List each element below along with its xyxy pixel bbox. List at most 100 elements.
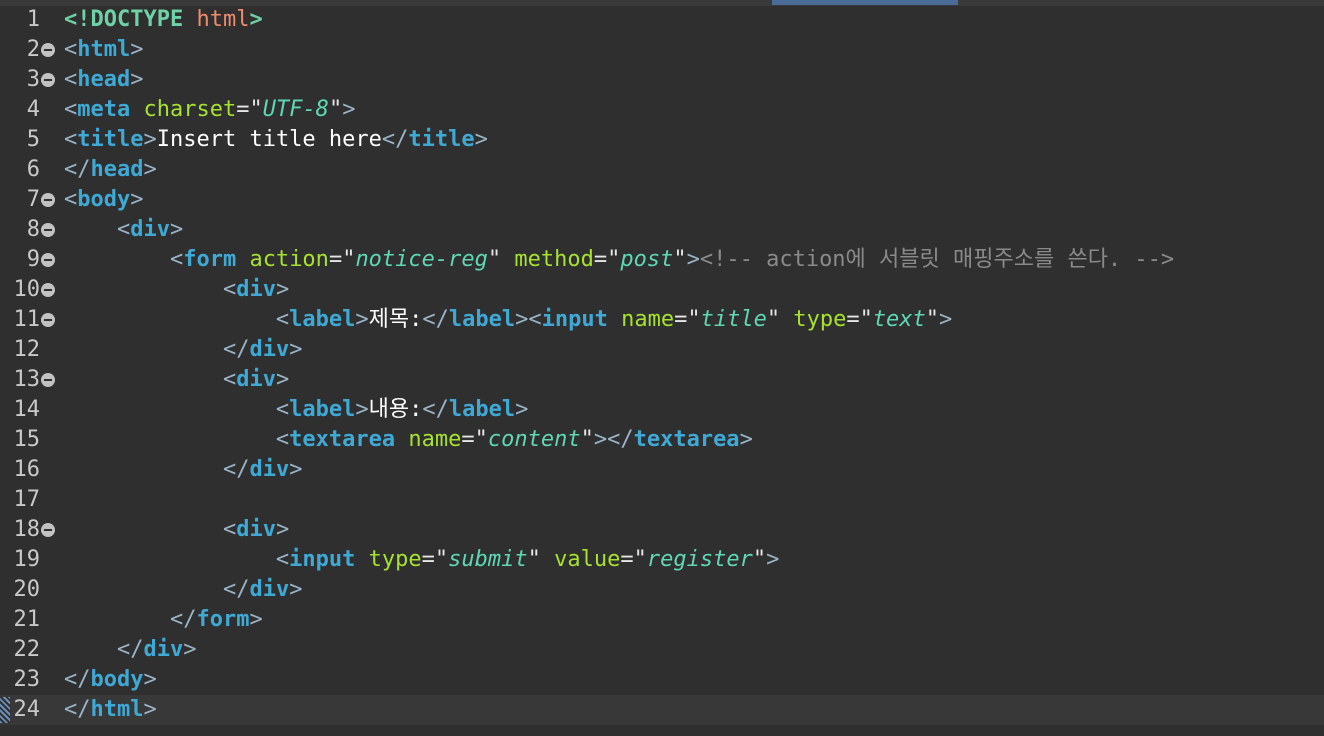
code-line[interactable]: 22 </div> — [0, 635, 1324, 665]
code-text[interactable]: </div> — [64, 455, 303, 485]
code-text[interactable]: <div> — [64, 365, 289, 395]
code-line[interactable]: 11 <label>제목:</label><input name="title"… — [0, 305, 1324, 335]
token-quote: " — [474, 427, 488, 452]
fold-collapse-icon[interactable] — [41, 313, 55, 327]
token-tag: body — [90, 667, 144, 692]
code-line[interactable]: 8 <div> — [0, 215, 1324, 245]
code-text[interactable]: <meta charset="UTF-8"> — [64, 95, 355, 125]
token-bracket: </ — [222, 457, 250, 482]
code-text[interactable]: <label>내용:</label> — [64, 395, 528, 425]
token-tag: div — [249, 457, 290, 482]
code-editor[interactable]: 1 <!DOCTYPE html> 2 <html> 3 <head> 4 <meta cha… — [0, 5, 1324, 736]
token-quote: " — [342, 247, 356, 272]
code-line[interactable]: 5 <title>Insert title here</title> — [0, 125, 1324, 155]
line-number: 21 — [13, 607, 41, 632]
code-line[interactable]: 4 <meta charset="UTF-8"> — [0, 95, 1324, 125]
line-number: 12 — [13, 337, 41, 362]
fold-collapse-icon[interactable] — [41, 283, 55, 297]
token-bracket: > — [686, 247, 700, 272]
code-line[interactable]: 7 <body> — [0, 185, 1324, 215]
line-number: 3 — [26, 67, 40, 92]
line-number: 20 — [13, 577, 41, 602]
code-line[interactable]: 14 <label>내용:</label> — [0, 395, 1324, 425]
code-line[interactable]: 6 </head> — [0, 155, 1324, 185]
code-line[interactable]: 21 </form> — [0, 605, 1324, 635]
code-line[interactable]: 17 — [0, 485, 1324, 515]
code-text[interactable]: <head> — [64, 65, 143, 95]
code-text[interactable]: </div> — [64, 635, 197, 665]
code-text[interactable]: <body> — [64, 185, 143, 215]
token-bracket: < — [275, 427, 290, 452]
line-number: 17 — [13, 487, 41, 512]
code-text[interactable]: <div> — [64, 215, 183, 245]
fold-collapse-icon[interactable] — [41, 193, 55, 207]
fold-collapse-icon[interactable] — [41, 523, 55, 537]
code-text[interactable]: <input type="submit" value="register"> — [64, 545, 779, 575]
code-text[interactable]: <label>제목:</label><input name="title" ty… — [64, 305, 952, 335]
fold-collapse-icon[interactable] — [41, 223, 55, 237]
token-eq: = — [674, 307, 688, 332]
token-bracket: > — [130, 187, 144, 212]
token-bracket: > — [143, 157, 157, 182]
token-bracket: > — [143, 127, 157, 152]
token-comment: <!-- action에 서블릿 매핑주소를 쓴다. --> — [699, 247, 1175, 272]
code-line[interactable]: 1 <!DOCTYPE html> — [0, 5, 1324, 35]
token-eq: = — [620, 547, 634, 572]
code-text[interactable]: <html> — [64, 35, 143, 65]
code-line[interactable]: 18 <div> — [0, 515, 1324, 545]
code-line[interactable]: 23 </body> — [0, 665, 1324, 695]
code-line[interactable]: 3 <head> — [0, 65, 1324, 95]
code-line[interactable]: 13 <div> — [0, 365, 1324, 395]
token-tag: label — [289, 397, 356, 422]
code-line[interactable]: 9 <form action="notice-reg" method="post… — [0, 245, 1324, 275]
code-line[interactable]: 16 </div> — [0, 455, 1324, 485]
token-attr: type — [368, 547, 422, 572]
code-text[interactable]: </body> — [64, 665, 157, 695]
token-quote: " — [328, 97, 343, 122]
token-tag: input — [289, 547, 356, 572]
token-bracket: > — [474, 127, 488, 152]
token-tag: html — [77, 37, 131, 62]
code-text[interactable]: </div> — [64, 335, 303, 365]
code-line[interactable]: 20 </div> — [0, 575, 1324, 605]
code-line[interactable]: 19 <input type="submit" value="register"… — [0, 545, 1324, 575]
line-number: 15 — [13, 427, 41, 452]
code-line[interactable]: 15 <textarea name="content"></textarea> — [0, 425, 1324, 455]
code-text[interactable]: <!DOCTYPE html> — [64, 5, 263, 35]
code-text[interactable]: </div> — [64, 575, 303, 605]
code-text[interactable]: </head> — [64, 155, 157, 185]
code-text[interactable]: <textarea name="content"></textarea> — [64, 425, 753, 455]
token-quote: " — [580, 427, 594, 452]
line-number: 8 — [26, 217, 40, 242]
code-text[interactable]: <form action="notice-reg" method="post">… — [64, 245, 1174, 275]
code-line[interactable]: 12 </div> — [0, 335, 1324, 365]
code-text[interactable]: <title>Insert title here</title> — [64, 125, 488, 155]
fold-collapse-icon[interactable] — [41, 253, 55, 267]
token-tag: div — [249, 337, 290, 362]
fold-collapse-icon[interactable] — [41, 373, 55, 387]
code-line[interactable]: 2 <html> — [0, 35, 1324, 65]
code-line[interactable]: 24 </html> — [0, 695, 1324, 725]
line-number: 11 — [13, 307, 41, 332]
token-quote: " — [859, 307, 873, 332]
code-text[interactable]: </form> — [64, 605, 263, 635]
code-text[interactable]: </html> — [64, 695, 157, 725]
token-bracket: < — [275, 307, 290, 332]
code-text[interactable]: <div> — [64, 275, 289, 305]
fold-collapse-icon[interactable] — [41, 73, 55, 87]
code-line[interactable]: 10 <div> — [0, 275, 1324, 305]
token-attr: value — [554, 547, 621, 572]
token-bracket: > — [939, 307, 953, 332]
token-quote: " — [673, 247, 687, 272]
fold-collapse-icon[interactable] — [41, 43, 55, 57]
code-text[interactable]: <div> — [64, 515, 289, 545]
token-bracket: < — [64, 127, 78, 152]
